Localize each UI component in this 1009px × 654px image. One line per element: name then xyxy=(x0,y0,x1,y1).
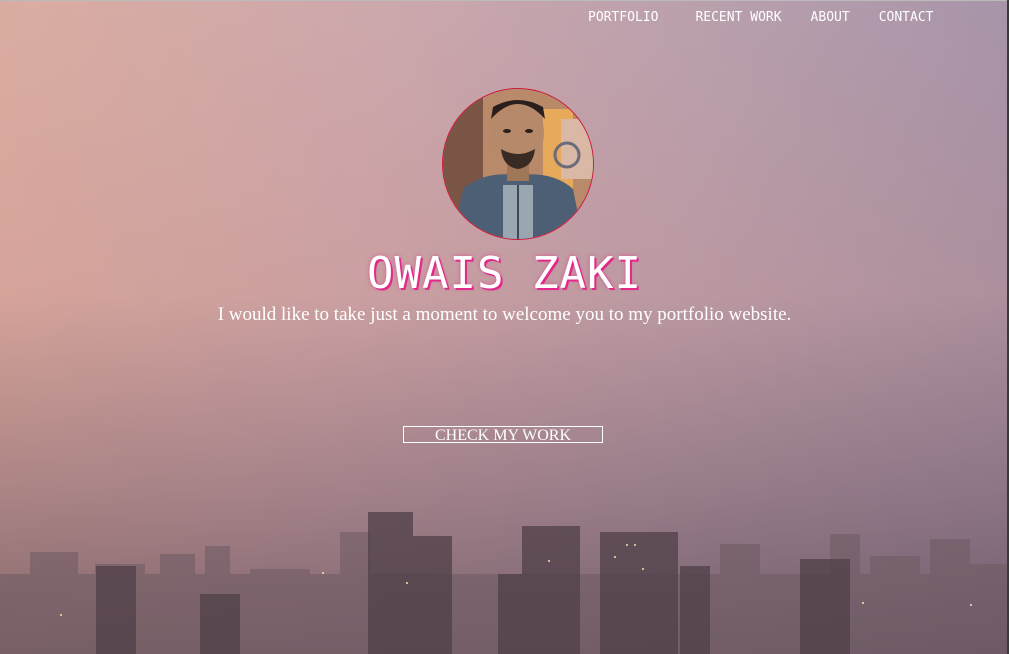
profile-avatar xyxy=(442,88,594,240)
city-skyline-image xyxy=(0,512,1009,654)
profile-photo xyxy=(443,89,593,239)
hero-tagline: I would like to take just a moment to we… xyxy=(217,304,792,325)
nav-link-portfolio[interactable]: PORTFOLIO xyxy=(588,10,658,25)
top-navigation: PORTFOLIO RECENT WORK ABOUT CONTACT xyxy=(588,10,933,25)
nav-link-contact[interactable]: CONTACT xyxy=(879,10,934,25)
hero-name-heading: OWAIS ZAKI xyxy=(367,248,642,299)
nav-link-about[interactable]: ABOUT xyxy=(811,10,850,25)
check-my-work-button[interactable]: CHECK MY WORK xyxy=(403,426,603,444)
nav-link-recent-work[interactable]: RECENT WORK xyxy=(695,10,781,25)
top-border xyxy=(0,0,1009,1)
